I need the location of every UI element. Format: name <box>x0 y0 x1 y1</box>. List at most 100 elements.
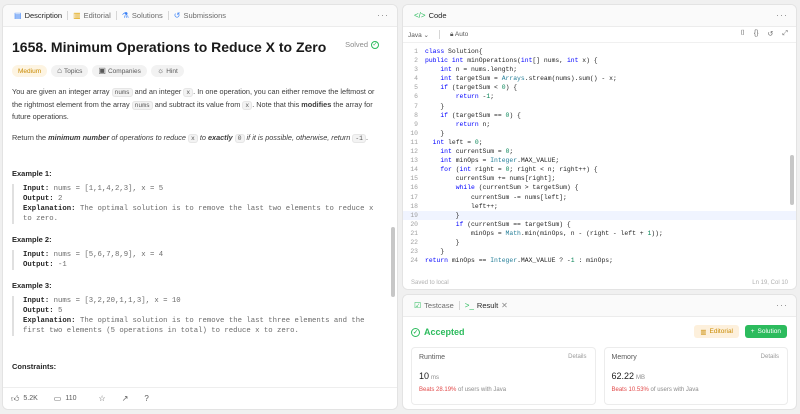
cursor-position: Ln 19, Col 10 <box>752 280 788 286</box>
hint-button[interactable]: ☼ Hint <box>150 65 184 77</box>
code-line[interactable]: 21 minOps = Math.min(minOps, n - (right … <box>403 229 796 238</box>
input-label: Input: <box>23 297 50 305</box>
line-number: 20 <box>410 220 418 228</box>
code-line[interactable]: 4 int targetSum = Arrays.stream(nums).su… <box>403 74 796 83</box>
help-icon[interactable]: ? <box>144 394 148 403</box>
braces-icon[interactable]: {} <box>754 30 759 38</box>
example-input: nums = [5,6,7,8,9], x = 4 <box>53 251 164 259</box>
code-line[interactable]: 17 currentSum -= nums[left]; <box>403 193 796 202</box>
checkbox-icon: ☑ <box>414 300 422 310</box>
input-label: Input: <box>23 251 50 259</box>
explanation-label: Explanation: <box>23 205 76 213</box>
editorial-button[interactable]: ▥ Editorial <box>694 325 739 338</box>
code-line[interactable]: 8 if (targetSum == 0) { <box>403 111 796 120</box>
solution-button-label: Solution <box>757 328 782 335</box>
code-line[interactable]: 24 return minOps == Integer.MAX_VALUE ? -… <box>403 256 796 265</box>
problem-title[interactable]: 1658. Minimum Operations to Reduce X to … <box>12 39 389 55</box>
code-text: currentSum += nums[right]; <box>425 175 556 183</box>
code-line[interactable]: 10 } <box>403 129 796 138</box>
memory-beats-suffix: of users with Java <box>650 387 699 393</box>
text: Return the <box>12 132 49 142</box>
book-icon: ▥ <box>700 328 707 336</box>
code-text: } <box>425 238 460 246</box>
problem-tags: Medium ⌂ Topics ▣ Companies ☼ Hint <box>12 65 389 77</box>
tab-solutions[interactable]: ⚗ Solutions <box>117 5 168 27</box>
runtime-beats: Beats 28.19% of users with Java <box>419 387 588 393</box>
code-line[interactable]: 18 left++; <box>403 202 796 211</box>
tab-submissions[interactable]: ↺ Submissions <box>169 5 231 27</box>
result-tab-bar: ☑ Testcase >_ Result ✕ ··· <box>403 295 796 317</box>
memory-card[interactable]: Memory Details 62.22 MB Beats 10.53% of u… <box>603 347 788 405</box>
thumbs-up-icon[interactable]: 👍︎ <box>11 394 19 403</box>
tab-solutions-label: Solutions <box>131 11 163 20</box>
more-options-icon[interactable]: ··· <box>776 300 788 310</box>
text: and subtract its value from <box>152 99 243 109</box>
line-number: 12 <box>410 148 418 156</box>
code-line[interactable]: 5 if (targetSum < 0) { <box>403 83 796 92</box>
runtime-details-link[interactable]: Details <box>568 354 586 360</box>
reset-icon[interactable]: ↺ <box>768 30 774 38</box>
code-line[interactable]: 3 int n = nums.length; <box>403 65 796 74</box>
code-line[interactable]: 11 int left = 0; <box>403 138 796 147</box>
tab-code[interactable]: </> Code <box>409 5 452 27</box>
code-line[interactable]: 6 return -1; <box>403 92 796 101</box>
share-icon[interactable]: ↗ <box>122 394 129 403</box>
more-options-icon[interactable]: ··· <box>377 10 389 20</box>
code-line[interactable]: 19 } <box>403 210 796 220</box>
accepted-status: ✓ Accepted <box>411 327 465 337</box>
memory-details-link[interactable]: Details <box>761 354 779 360</box>
tab-editorial[interactable]: ▥ Editorial <box>68 5 116 27</box>
close-icon[interactable]: ✕ <box>501 301 508 310</box>
code-text: int left = 0; <box>432 138 483 146</box>
performance-cards: Runtime Details 10 ms Beats 28.19% of use… <box>403 337 796 405</box>
editor-scrollbar[interactable] <box>790 155 794 205</box>
code-line[interactable]: 12 int currentSum = 0; <box>403 147 796 156</box>
left-tab-bar: ▤ Description ▥ Editorial ⚗ Solutions ↺ … <box>3 5 397 27</box>
code-text: if (targetSum < 0) { <box>440 84 518 92</box>
code-line[interactable]: 16 while (currentSum > targetSum) { <box>403 183 796 192</box>
code-line[interactable]: 13 int minOps = Integer.MAX_VALUE; <box>403 156 796 165</box>
inline-code: nums <box>131 100 153 110</box>
more-options-icon[interactable]: ··· <box>776 10 788 20</box>
description-scrollbar[interactable] <box>391 227 395 297</box>
code-line[interactable]: 20 if (currentSum == targetSum) { <box>403 220 796 229</box>
explanation-label: Explanation: <box>23 317 76 325</box>
solution-button[interactable]: + Solution <box>744 325 787 338</box>
code-line[interactable]: 7 } <box>403 102 796 111</box>
language-select[interactable]: Java ⌄ <box>408 31 429 39</box>
runtime-card[interactable]: Runtime Details 10 ms Beats 28.19% of use… <box>411 347 596 405</box>
code-line[interactable]: 14 for (int right = 0; right < n; right+… <box>403 165 796 174</box>
code-line[interactable]: 23 } <box>403 247 796 256</box>
code-line[interactable]: 1 class Solution{ <box>403 47 796 56</box>
expand-icon[interactable]: ⤢ <box>782 30 788 38</box>
toolbar-divider <box>439 30 440 39</box>
line-number: 2 <box>414 57 418 65</box>
code-editor[interactable]: 1 class Solution{2 public int minOperation… <box>403 43 796 275</box>
code-line[interactable]: 15 currentSum += nums[right]; <box>403 174 796 183</box>
line-number: 1 <box>414 48 418 55</box>
like-count: 5.2K <box>23 395 38 402</box>
tab-testcase[interactable]: ☑ Testcase <box>409 295 459 317</box>
line-number: 16 <box>410 184 418 192</box>
topics-button[interactable]: ⌂ Topics <box>51 65 89 77</box>
auto-mode-toggle[interactable]: 🔒︎ Auto <box>450 31 468 39</box>
line-number: 10 <box>410 129 418 137</box>
lightbulb-icon: ☼ <box>156 66 165 75</box>
difficulty-badge: Medium <box>12 65 48 77</box>
code-line[interactable]: 9 return n; <box>403 120 796 129</box>
memory-number: 62.22 <box>611 371 635 381</box>
tab-editorial-label: Editorial <box>83 11 111 20</box>
tab-result[interactable]: >_ Result ✕ <box>460 295 513 317</box>
constraints-heading: Constraints: <box>12 362 57 371</box>
tab-testcase-label: Testcase <box>424 301 454 310</box>
code-line[interactable]: 2 public int minOperations(int[] nums, in… <box>403 56 796 65</box>
code-line[interactable]: 22 } <box>403 238 796 247</box>
code-text: left++; <box>425 202 498 210</box>
problem-description: 1658. Minimum Operations to Reduce X to … <box>3 27 397 409</box>
comment-icon[interactable]: ▭ <box>54 394 62 403</box>
star-icon[interactable]: ☆ <box>99 394 106 403</box>
tab-description[interactable]: ▤ Description <box>9 5 67 27</box>
terminal-icon: >_ <box>464 300 474 310</box>
companies-button[interactable]: ▣ Companies <box>92 65 147 77</box>
bookmark-icon[interactable]: ⌷ <box>741 30 745 38</box>
